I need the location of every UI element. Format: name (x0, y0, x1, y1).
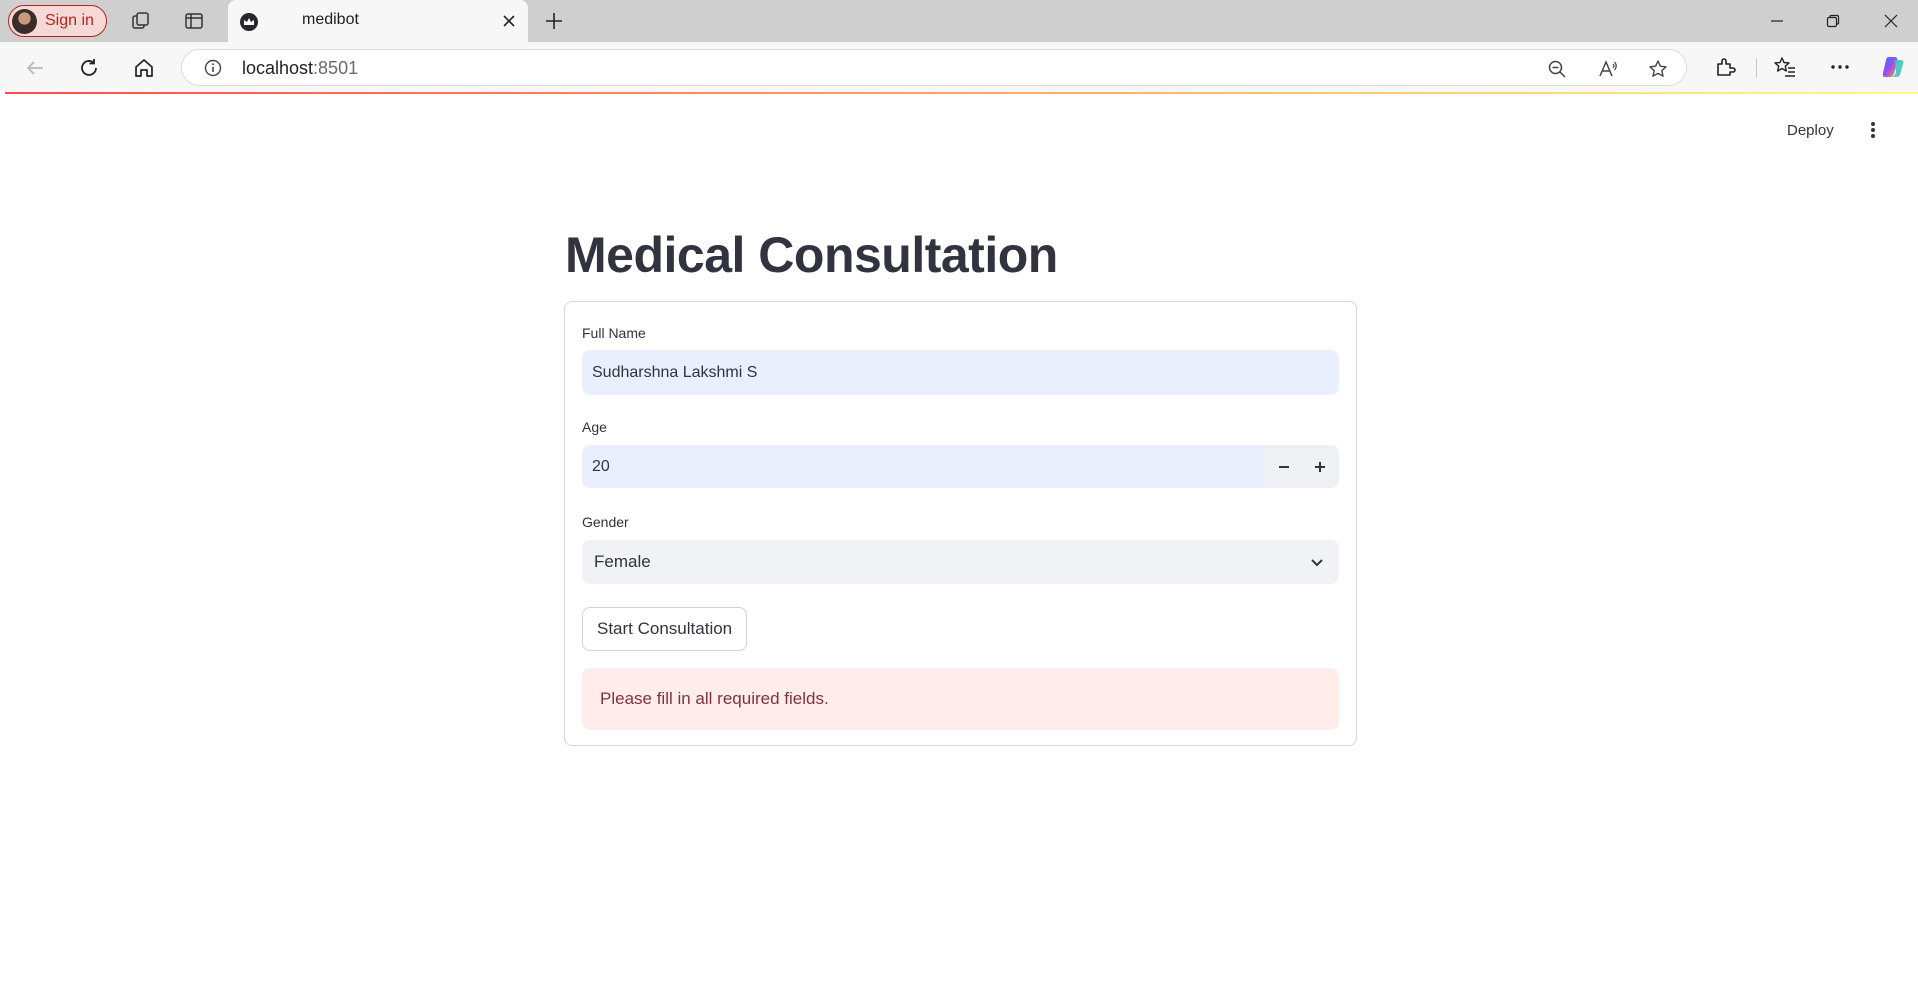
workspaces-icon[interactable] (129, 9, 153, 33)
streamlit-crown-icon (240, 13, 258, 31)
age-number-input[interactable]: 20 (582, 445, 1339, 488)
app-viewport: Deploy Medical Consultation Full Name Su… (5, 92, 1918, 982)
copilot-icon[interactable] (1880, 54, 1906, 80)
deploy-button[interactable]: Deploy (1787, 122, 1834, 139)
sign-in-label: Sign in (45, 12, 94, 29)
zoom-out-icon[interactable] (1546, 58, 1568, 80)
new-tab-icon[interactable] (542, 9, 566, 33)
profile-avatar (12, 9, 37, 34)
home-icon[interactable] (131, 55, 157, 81)
age-increment-button[interactable] (1302, 445, 1338, 488)
address-bar[interactable]: localhost:8501 (181, 49, 1687, 86)
error-alert: Please fill in all required fields. (582, 668, 1339, 730)
favorites-list-icon[interactable] (1772, 54, 1798, 80)
site-info-icon[interactable] (204, 59, 222, 77)
tab-title: medibot (302, 11, 359, 28)
toolbar-separator (1756, 58, 1757, 78)
page-title: Medical Consultation (565, 227, 1058, 283)
extensions-icon[interactable] (1712, 54, 1738, 80)
gender-label: Gender (582, 514, 629, 530)
header-decoration-bar (5, 92, 1918, 94)
start-consultation-button[interactable]: Start Consultation (582, 607, 748, 651)
gender-selected-value: Female (594, 552, 651, 571)
browser-tab-strip: Sign in medibot (0, 0, 1918, 42)
browser-toolbar: localhost:8501 (0, 42, 1918, 92)
favorite-star-icon[interactable] (1647, 58, 1669, 80)
gender-select[interactable]: Female (582, 540, 1339, 584)
age-decrement-button[interactable] (1266, 445, 1302, 488)
refresh-icon[interactable] (76, 55, 102, 81)
restore-icon[interactable] (1820, 8, 1846, 34)
close-window-icon[interactable] (1878, 8, 1904, 34)
main-menu-kebab-icon[interactable] (1863, 120, 1883, 140)
active-tab[interactable]: medibot (228, 0, 528, 42)
back-arrow-icon[interactable] (22, 55, 48, 81)
full-name-label: Full Name (582, 325, 646, 341)
consultation-form: Full Name Sudharshna Lakshmi S Age 20 Ge… (564, 301, 1357, 746)
sign-in-button[interactable]: Sign in (8, 5, 107, 37)
minimize-icon[interactable] (1764, 8, 1790, 34)
age-label: Age (582, 419, 607, 435)
full-name-input[interactable]: Sudharshna Lakshmi S (582, 350, 1339, 395)
age-value[interactable]: 20 (592, 445, 610, 488)
url-text: localhost:8501 (242, 58, 359, 78)
close-tab-icon[interactable] (498, 10, 520, 32)
more-options-icon[interactable] (1827, 54, 1853, 80)
chevron-down-icon[interactable] (1307, 552, 1327, 572)
read-aloud-icon[interactable] (1597, 58, 1619, 80)
vertical-tabs-icon[interactable] (182, 9, 206, 33)
